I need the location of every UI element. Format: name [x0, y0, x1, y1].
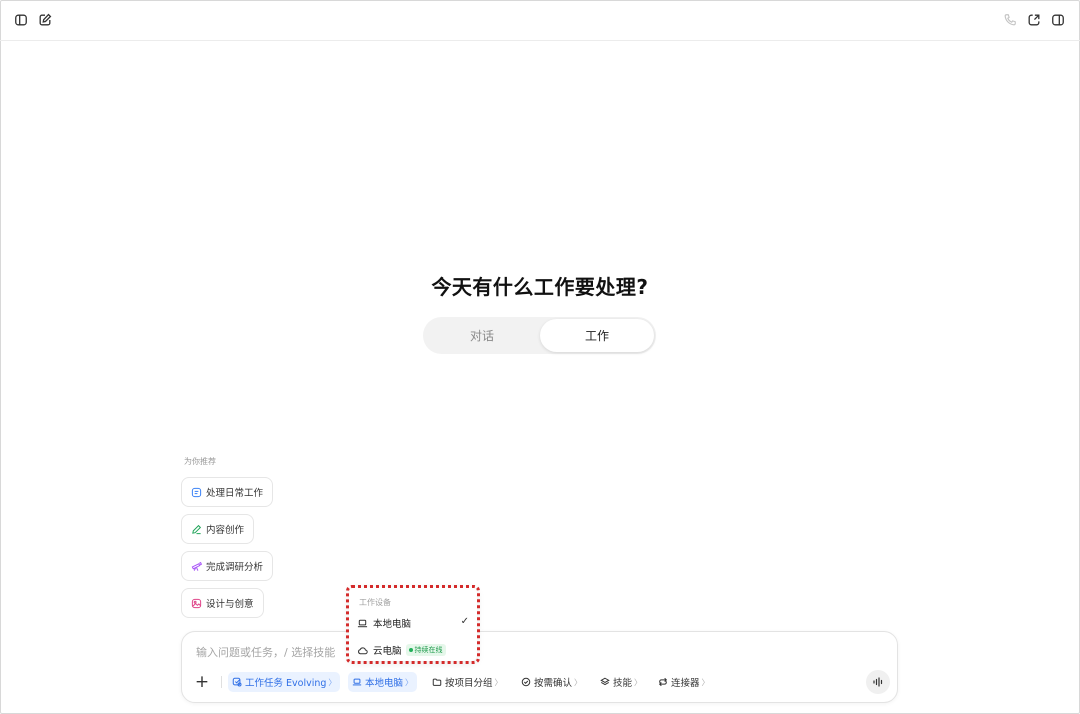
pen-icon [192, 524, 202, 534]
recommend-item-label: 完成调研分析 [206, 562, 264, 573]
shield-check-icon [521, 677, 531, 687]
voice-input-button[interactable] [866, 670, 890, 694]
recommend-item-label: 设计与创意 [206, 599, 254, 610]
tool-label: 按项目分组 [445, 678, 493, 689]
divider [221, 676, 222, 688]
right-panel-toggle-icon[interactable] [1050, 12, 1066, 28]
task-input[interactable]: 输入问题或任务，/ 选择技能 [196, 644, 335, 660]
recommend-item-label: 内容创作 [206, 525, 245, 536]
chevron-right-icon: 〉 [701, 677, 710, 687]
recommend-item-content-creation[interactable]: 内容创作 [181, 514, 255, 544]
task-icon [232, 677, 242, 687]
work-task-mode-button[interactable]: 工作任务 Evolving 〉 [228, 672, 341, 692]
task-input-box: 输入问题或任务，/ 选择技能 + 工作任务 Evolving 〉 本地电脑 〉 … [181, 631, 898, 703]
list-icon [191, 487, 202, 497]
chevron-right-icon: 〉 [405, 677, 414, 687]
recommend-label: 为你推荐 [184, 457, 216, 466]
connectors-button[interactable]: 连接器 〉 [654, 672, 714, 692]
tool-label: 工作任务 Evolving [245, 678, 327, 689]
tool-label: 连接器 [671, 678, 700, 689]
folder-icon [432, 678, 442, 686]
tab-chat[interactable]: 对话 [425, 319, 539, 352]
chevron-right-icon: 〉 [494, 677, 503, 687]
page-title: 今天有什么工作要处理? [431, 275, 649, 299]
confirm-on-demand-button[interactable]: 按需确认 〉 [517, 672, 586, 692]
device-select-button[interactable]: 本地电脑 〉 [348, 672, 418, 692]
layers-icon [600, 677, 610, 686]
dropdown-highlight-outline [346, 585, 480, 664]
telescope-icon [191, 561, 202, 571]
tool-label: 本地电脑 [365, 678, 404, 689]
image-icon [191, 598, 202, 608]
laptop-icon [352, 678, 362, 686]
tab-work[interactable]: 工作 [540, 319, 654, 352]
sidebar-toggle-icon[interactable] [13, 12, 29, 28]
top-bar [0, 0, 1080, 41]
group-by-project-button[interactable]: 按项目分组 〉 [428, 672, 507, 692]
share-icon[interactable] [1026, 12, 1042, 28]
recommend-item-design[interactable]: 设计与创意 [181, 588, 264, 618]
phone-icon[interactable] [1002, 12, 1018, 28]
skills-button[interactable]: 技能 〉 [596, 672, 646, 692]
mode-toggle: 对话 工作 [423, 317, 656, 354]
recommend-item-research[interactable]: 完成调研分析 [181, 551, 274, 581]
chevron-right-icon: 〉 [634, 677, 643, 687]
tool-label: 按需确认 [534, 678, 573, 689]
chevron-right-icon: 〉 [574, 677, 583, 687]
add-attachment-button[interactable]: + [194, 672, 210, 692]
recommend-item-daily-work[interactable]: 处理日常工作 [181, 477, 274, 507]
chevron-right-icon: 〉 [328, 677, 337, 687]
waveform-icon [873, 677, 883, 687]
new-chat-icon[interactable] [37, 12, 53, 28]
recommend-item-label: 处理日常工作 [206, 488, 264, 499]
tool-label: 技能 [613, 678, 633, 689]
link-icon [658, 677, 668, 687]
app-window [0, 0, 1080, 714]
